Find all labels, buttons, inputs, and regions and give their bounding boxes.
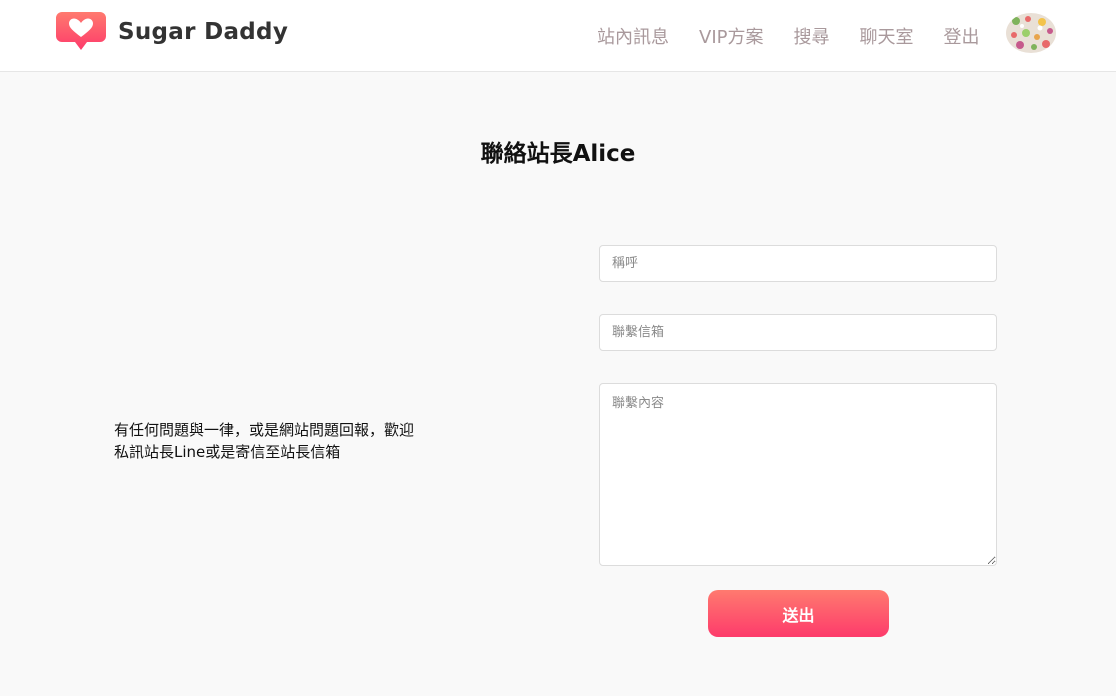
nav-item-logout[interactable]: 登出: [943, 23, 979, 49]
heart-chat-icon: [56, 12, 106, 50]
intro-line: 私訊站長Line或是寄信至站長信箱: [114, 443, 341, 461]
nav-item-messages[interactable]: 站內訊息: [597, 23, 669, 49]
brand-logo[interactable]: Sugar Daddy: [56, 12, 288, 52]
message-textarea[interactable]: [599, 383, 997, 566]
user-avatar[interactable]: [1006, 13, 1056, 53]
site-header: Sugar Daddy 站內訊息 VIP方案 搜尋 聊天室 登出: [0, 0, 1116, 72]
nav-item-chatroom[interactable]: 聊天室: [859, 23, 913, 49]
email-input[interactable]: [599, 314, 997, 351]
name-input[interactable]: [599, 245, 997, 282]
avatar-image-icon: [1006, 13, 1056, 53]
nav-item-search[interactable]: 搜尋: [793, 23, 829, 49]
brand-name: Sugar Daddy: [118, 19, 289, 45]
nav-item-vip[interactable]: VIP方案: [699, 23, 763, 49]
main-nav: 站內訊息 VIP方案 搜尋 聊天室 登出: [590, 0, 1009, 72]
contact-intro: 有任何問題與一律，或是網站問題回報，歡迎 私訊站長Line或是寄信至站長信箱: [114, 419, 454, 463]
page-title: 聯絡站長Alice: [480, 141, 636, 167]
intro-line: 有任何問題與一律，或是網站問題回報，歡迎: [114, 421, 415, 439]
submit-button[interactable]: 送出: [708, 590, 889, 637]
